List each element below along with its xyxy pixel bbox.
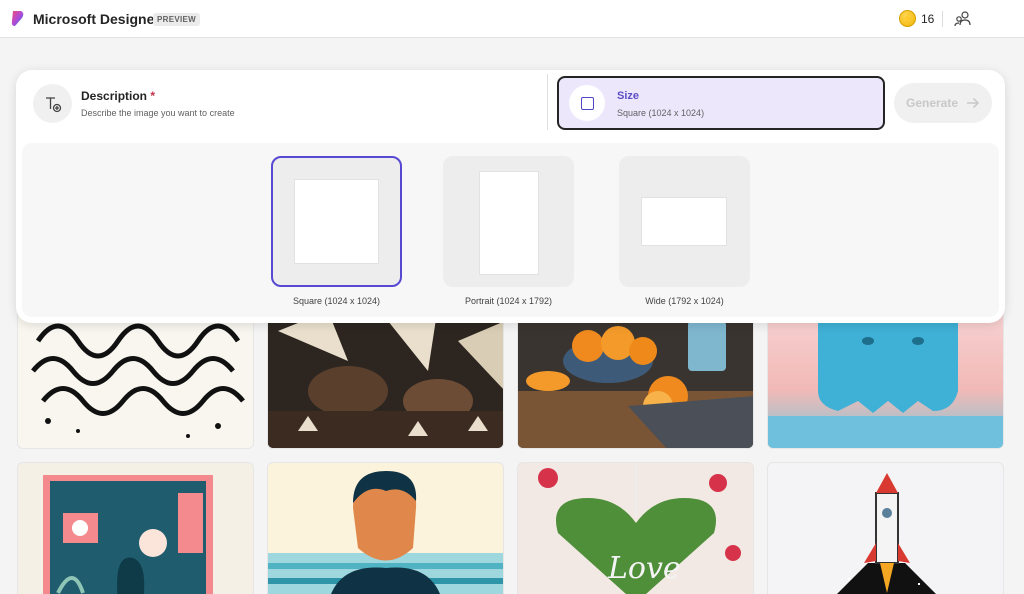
gallery-image[interactable] [17,462,254,594]
size-option-card[interactable] [619,156,750,287]
size-label: Size [617,90,640,102]
wide-preview-shape [642,198,726,245]
square-preview-shape [295,180,378,263]
generate-button[interactable]: Generate [894,83,992,123]
size-option-card[interactable] [443,156,574,287]
coin-icon: ⚡ [899,10,916,27]
size-option-wide[interactable]: Wide (1792 x 1024) [619,156,750,306]
description-input[interactable]: Describe the image you want to create [81,108,235,118]
boost-credits[interactable]: ⚡ 16 [899,10,934,27]
description-label-text: Description [81,89,148,103]
required-mark: * [150,89,156,103]
size-selector-button[interactable]: Size Square (1024 x 1024) [557,76,885,130]
svg-text:Love: Love [607,551,681,586]
top-bar: Microsoft Designer PREVIEW ⚡ 16 [0,0,1024,38]
size-option-label: Portrait (1024 x 1792) [464,296,553,306]
size-option-label: Wide (1792 x 1024) [645,296,724,306]
account-switch-icon[interactable] [954,10,972,28]
app-title[interactable]: Microsoft Designer [33,11,160,27]
header-divider [942,11,943,27]
size-option-portrait[interactable]: Portrait (1024 x 1792) [443,156,574,306]
credit-count: 16 [921,11,935,26]
gallery-image[interactable]: Love [517,462,754,594]
gallery-image[interactable] [767,462,1004,594]
description-label[interactable]: Description * [81,89,155,103]
create-image-panel: Description * Describe the image you wan… [16,70,1005,323]
size-value: Square (1024 x 1024) [617,108,705,118]
portrait-preview-shape [480,172,538,274]
gallery-image[interactable] [267,462,504,594]
panel-divider [547,74,548,130]
text-add-icon[interactable] [33,84,72,123]
generate-label: Generate [905,96,959,110]
arrow-right-icon [967,97,980,109]
designer-logo-icon[interactable] [10,10,26,27]
preview-badge: PREVIEW [153,13,200,26]
size-option-square[interactable]: Square (1024 x 1024) [271,156,402,306]
size-option-label: Square (1024 x 1024) [292,296,381,306]
size-option-card[interactable] [271,156,402,287]
size-options-panel: Square (1024 x 1024) Portrait (1024 x 17… [22,143,999,317]
square-size-icon [569,85,605,121]
